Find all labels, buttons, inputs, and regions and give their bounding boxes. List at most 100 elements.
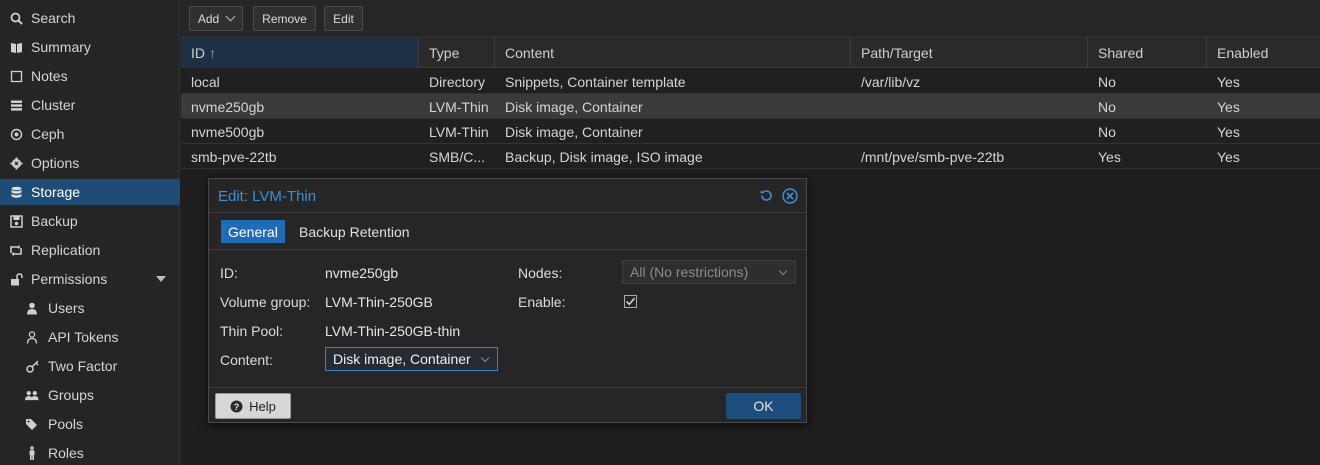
sidebar-item-pools[interactable]: Pools	[0, 411, 180, 437]
cell-type: LVM-Thin	[429, 123, 489, 140]
cell-enabled: Yes	[1217, 123, 1240, 140]
user-icon	[25, 301, 39, 315]
ok-button-label: OK	[753, 398, 774, 414]
column-header-label: Type	[429, 44, 460, 61]
reset-icon[interactable]	[758, 187, 775, 204]
id-value: nvme250gb	[325, 265, 399, 281]
add-button[interactable]: Add	[189, 6, 243, 31]
help-button-label: Help	[249, 398, 276, 414]
tab-backup-retention[interactable]: Backup Retention	[292, 220, 417, 243]
thin-pool-label: Thin Pool:	[220, 323, 284, 339]
sidebar-item-roles[interactable]: Roles	[0, 440, 180, 465]
male-icon	[25, 446, 39, 460]
sidebar-item-storage[interactable]: Storage	[0, 179, 180, 205]
sidebar-item-notes[interactable]: Notes	[0, 63, 180, 89]
content-select-value: Disk image, Container	[333, 351, 471, 367]
sidebar-item-label: Backup	[31, 213, 78, 229]
content-select[interactable]: Disk image, Container	[325, 347, 498, 371]
column-header-enabled[interactable]: Enabled	[1207, 37, 1320, 68]
chevron-down-icon[interactable]	[480, 353, 490, 363]
cell-shared: No	[1098, 98, 1116, 115]
person-icon	[25, 330, 39, 344]
nodes-select-value: All (No restrictions)	[630, 264, 749, 280]
thin-pool-value: LVM-Thin-250GB-thin	[325, 323, 461, 339]
cell-enabled: Yes	[1217, 73, 1240, 90]
column-header-type[interactable]: Type	[419, 37, 495, 68]
floppy-icon	[9, 214, 23, 228]
volume-group-value: LVM-Thin-250GB	[325, 294, 433, 310]
sidebar-item-replication[interactable]: Replication	[0, 237, 180, 263]
sidebar-item-groups[interactable]: Groups	[0, 382, 180, 408]
database-icon	[9, 185, 23, 199]
cell-id: smb-pve-22tb	[191, 148, 277, 165]
cell-path: /var/lib/vz	[861, 73, 921, 90]
nodes-label: Nodes:	[518, 265, 563, 281]
close-icon[interactable]	[781, 187, 798, 204]
column-header-label: ID	[191, 44, 205, 61]
volume-group-label: Volume group:	[220, 294, 311, 310]
sidebar-item-label: Summary	[31, 39, 91, 55]
svg-text:?: ?	[234, 402, 240, 412]
sidebar-item-label: Notes	[31, 68, 68, 84]
content-label: Content:	[220, 352, 273, 368]
key-icon	[25, 359, 39, 373]
users-icon	[25, 388, 39, 402]
column-header-id[interactable]: ID ↑	[181, 37, 419, 68]
column-header-label: Path/Target	[861, 44, 933, 61]
table-row[interactable]: smb-pve-22tb SMB/C... Backup, Disk image…	[181, 144, 1320, 169]
sidebar-item-label: Storage	[31, 184, 81, 200]
sidebar-item-label: Options	[31, 155, 80, 171]
sidebar-item-api-tokens[interactable]: API Tokens	[0, 324, 180, 350]
cell-shared: No	[1098, 123, 1116, 140]
sidebar-item-cluster[interactable]: Cluster	[0, 92, 180, 118]
sidebar-item-label: Users	[48, 300, 85, 316]
column-header-shared[interactable]: Shared	[1088, 37, 1207, 68]
sidebar-item-label: Search	[31, 10, 76, 26]
edit-button[interactable]: Edit	[324, 6, 363, 31]
note-icon	[9, 69, 23, 83]
nodes-select[interactable]: All (No restrictions)	[622, 260, 796, 284]
cell-type: Directory	[429, 73, 486, 90]
toolbar: Add Remove Edit	[181, 0, 1320, 37]
table-row[interactable]: nvme250gb LVM-Thin Disk image, Container…	[181, 94, 1320, 119]
table-row[interactable]: local Directory Snippets, Container temp…	[181, 69, 1320, 94]
sidebar-item-ceph[interactable]: Ceph	[0, 121, 180, 147]
dialog-tabs: General Backup Retention	[209, 214, 806, 250]
table-row[interactable]: nvme500gb LVM-Thin Disk image, Container…	[181, 119, 1320, 144]
help-button[interactable]: ? Help	[215, 393, 291, 419]
cell-id: nvme500gb	[191, 123, 265, 140]
column-header-label: Shared	[1098, 44, 1144, 61]
enable-checkbox[interactable]	[624, 295, 637, 308]
ok-button[interactable]: OK	[726, 393, 801, 419]
sidebar-item-permissions[interactable]: Permissions	[0, 266, 180, 292]
cell-shared: No	[1098, 73, 1116, 90]
sort-arrow-icon: ↑	[209, 44, 216, 61]
chevron-down-icon[interactable]	[778, 266, 788, 276]
cell-type: SMB/C...	[429, 148, 486, 165]
dialog-header[interactable]: Edit: LVM-Thin	[209, 179, 806, 213]
unlock-icon	[9, 272, 23, 286]
cell-path	[851, 119, 1088, 144]
sidebar-item-two-factor[interactable]: Two Factor	[0, 353, 180, 379]
remove-button[interactable]: Remove	[253, 6, 316, 31]
cell-id: local	[191, 73, 220, 90]
column-header-content[interactable]: Content	[495, 37, 851, 68]
cell-content: Backup, Disk image, ISO image	[505, 148, 703, 165]
search-icon	[9, 11, 23, 25]
ceph-icon	[9, 127, 23, 141]
chevron-down-icon[interactable]	[156, 276, 166, 282]
cell-enabled: Yes	[1217, 98, 1240, 115]
tab-general[interactable]: General	[221, 220, 285, 243]
column-header-label: Enabled	[1217, 44, 1269, 61]
sidebar-item-summary[interactable]: Summary	[0, 34, 180, 60]
retweet-icon	[9, 243, 23, 257]
sidebar-item-search[interactable]: Search	[0, 5, 180, 31]
sidebar-item-label: Cluster	[31, 97, 76, 113]
column-header-path[interactable]: Path/Target	[851, 37, 1088, 68]
sidebar-item-users[interactable]: Users	[0, 295, 180, 321]
sidebar-item-label: Groups	[48, 387, 94, 403]
cell-shared: Yes	[1098, 148, 1121, 165]
sidebar-item-backup[interactable]: Backup	[0, 208, 180, 234]
sidebar-item-options[interactable]: Options	[0, 150, 180, 176]
sidebar-item-label: Replication	[31, 242, 101, 258]
